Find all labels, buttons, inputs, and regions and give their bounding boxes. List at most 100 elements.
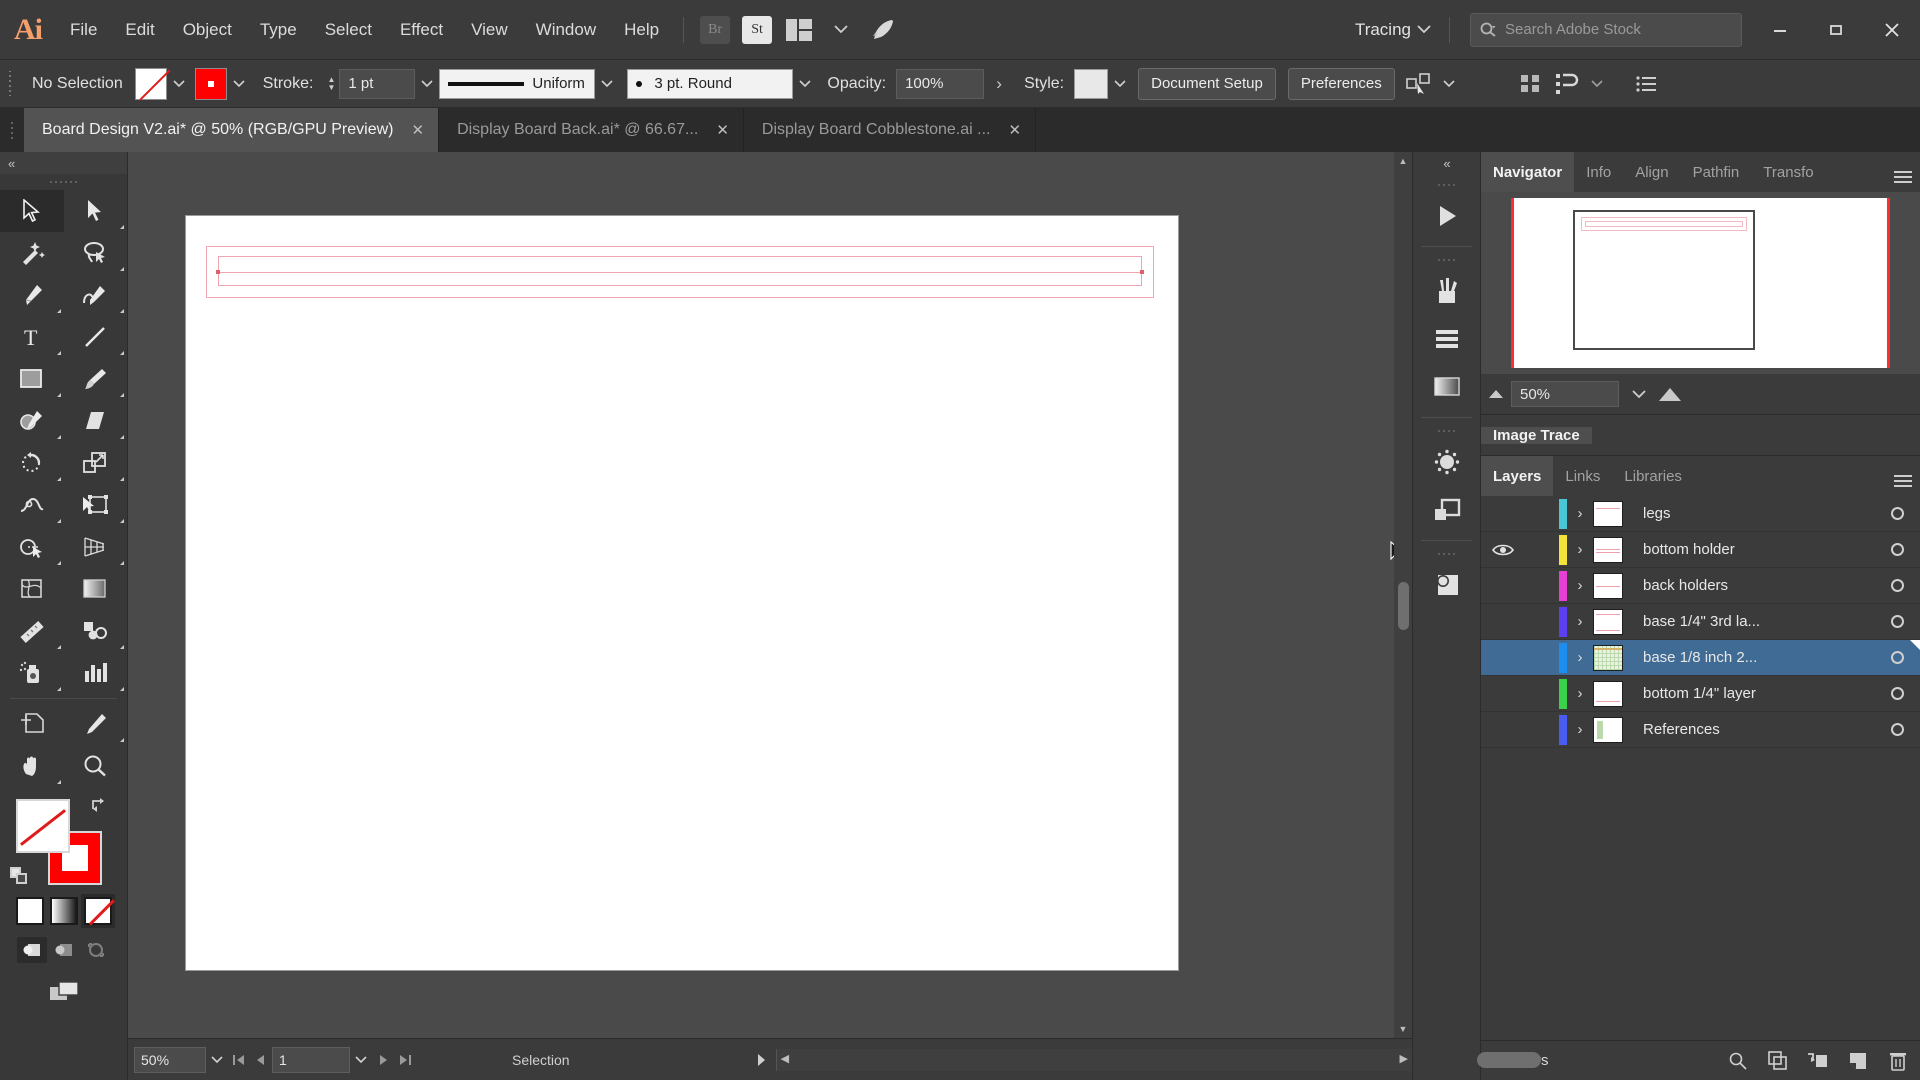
artwork-anchor-left[interactable] (216, 270, 220, 274)
dock-group-2-grip[interactable] (1413, 253, 1480, 267)
pen-tool[interactable] (0, 274, 64, 316)
layer-expand-chevron-icon[interactable]: › (1567, 577, 1593, 594)
document-tab-2[interactable]: Display Board Cobblestone.ai ... ✕ (743, 108, 1037, 152)
layer-expand-chevron-icon[interactable]: › (1567, 505, 1593, 522)
column-graph-tool[interactable] (64, 652, 128, 694)
lasso-tool[interactable] (64, 232, 128, 274)
layer-target-circle[interactable] (1874, 579, 1920, 592)
stepper-down-icon[interactable]: ▼ (327, 83, 335, 92)
layer-target-circle[interactable] (1874, 723, 1920, 736)
type-tool[interactable]: T (0, 316, 64, 358)
gradient-button[interactable] (49, 897, 78, 925)
brushes-icon[interactable] (1413, 267, 1480, 315)
layer-target-circle[interactable] (1874, 651, 1920, 664)
tab-libraries[interactable]: Libraries (1612, 456, 1694, 496)
menu-object[interactable]: Object (169, 0, 246, 60)
brush-definition-chevron-down-icon[interactable] (793, 68, 817, 100)
navigator-zoom-input[interactable]: 50% (1511, 381, 1619, 407)
document-tab-2-close-icon[interactable]: ✕ (1008, 121, 1021, 139)
pathfinder-icon[interactable] (1413, 561, 1480, 609)
stroke-profile-chevron-down-icon[interactable] (595, 68, 619, 100)
distribute-objects-icon[interactable] (1551, 68, 1583, 100)
layer-visibility-toggle[interactable] (1481, 543, 1525, 557)
scale-tool[interactable] (64, 442, 128, 484)
tab-pathfinder[interactable]: Pathfin (1681, 152, 1752, 192)
scroll-up-icon[interactable]: ▲ (1394, 152, 1412, 170)
canvas-horizontal-scrollbar[interactable]: ◀ ▶ (775, 1048, 1541, 1071)
perspective-grid-tool[interactable] (64, 526, 128, 568)
stroke-weight-stepper[interactable]: ▲ ▼ (323, 69, 339, 99)
fill-color-control[interactable] (134, 67, 191, 100)
curvature-tool[interactable] (64, 274, 128, 316)
align-objects-icon[interactable] (1515, 68, 1547, 100)
transparency-icon[interactable] (1413, 486, 1480, 534)
make-clipping-mask-icon[interactable] (1766, 1049, 1790, 1073)
menu-help[interactable]: Help (610, 0, 673, 60)
default-fill-stroke-icon[interactable] (10, 867, 28, 885)
control-bar-grip[interactable] (6, 70, 16, 97)
document-tab-0-close-icon[interactable]: ✕ (411, 121, 424, 139)
slice-tool[interactable] (64, 703, 128, 745)
next-artboard-icon[interactable] (372, 1047, 394, 1073)
layer-name[interactable]: References (1623, 721, 1874, 738)
swatches-icon[interactable] (1413, 315, 1480, 363)
navigator-view-box[interactable] (1573, 210, 1755, 350)
layer-target-circle[interactable] (1874, 543, 1920, 556)
layer-name[interactable]: base 1/4" 3rd la... (1623, 613, 1874, 630)
layer-expand-chevron-icon[interactable]: › (1567, 721, 1593, 738)
layer-target-circle[interactable] (1874, 615, 1920, 628)
document-tab-1-close-icon[interactable]: ✕ (716, 121, 729, 139)
zoom-level-input[interactable]: 50% (134, 1046, 206, 1073)
magic-wand-tool[interactable] (0, 232, 64, 274)
none-button[interactable] (80, 894, 115, 928)
scroll-down-icon[interactable]: ▼ (1394, 1020, 1412, 1038)
layer-row[interactable]: › base 1/4" 3rd la... (1481, 604, 1920, 640)
workspace-switcher[interactable]: Tracing (1347, 20, 1439, 40)
document-tab-0[interactable]: Board Design V2.ai* @ 50% (RGB/GPU Previ… (24, 108, 440, 152)
transform-shape-icon[interactable] (1403, 68, 1435, 100)
layer-name[interactable]: back holders (1623, 577, 1874, 594)
stroke-swatch[interactable] (194, 67, 227, 100)
window-maximize-button[interactable] (1808, 0, 1864, 60)
arrange-documents-icon[interactable] (782, 15, 816, 45)
graphic-style-swatch[interactable] (1074, 68, 1109, 99)
menu-window[interactable]: Window (522, 0, 610, 60)
layer-target-circle[interactable] (1874, 507, 1920, 520)
drawing-canvas[interactable]: ▲ ▼ (128, 152, 1412, 1038)
canvas-vertical-scrollbar[interactable]: ▲ ▼ (1394, 152, 1412, 1038)
navigator-panel-menu-icon[interactable] (1886, 152, 1920, 192)
draw-normal-icon[interactable] (16, 937, 47, 963)
control-panel-menu-icon[interactable] (1631, 68, 1663, 100)
layers-panel-menu-icon[interactable] (1886, 456, 1920, 496)
rectangle-tool[interactable] (0, 358, 64, 400)
preferences-button[interactable]: Preferences (1287, 67, 1395, 100)
gradient-tool[interactable] (64, 568, 128, 610)
status-menu-icon[interactable] (750, 1047, 772, 1073)
tools-panel-grip[interactable] (0, 174, 127, 190)
layer-target-circle[interactable] (1874, 687, 1920, 700)
dock-group-3-grip[interactable] (1413, 424, 1480, 438)
artwork-guide-line[interactable] (218, 272, 1142, 273)
delete-layer-icon[interactable] (1886, 1049, 1910, 1073)
tab-bar-grip[interactable] (0, 108, 24, 152)
screen-mode-button[interactable] (0, 969, 127, 1015)
navigator-preview[interactable] (1481, 192, 1920, 374)
search-input[interactable]: Search Adobe Stock (1470, 12, 1742, 47)
create-new-layer-icon[interactable] (1846, 1049, 1870, 1073)
menu-view[interactable]: View (457, 0, 522, 60)
zoom-tool[interactable] (64, 745, 128, 787)
fill-color-indicator[interactable] (16, 799, 70, 853)
mesh-tool[interactable] (0, 568, 64, 610)
paintbrush-tool[interactable] (64, 358, 128, 400)
artboard-number-input[interactable]: 1 (272, 1046, 350, 1073)
layer-row[interactable]: › legs (1481, 496, 1920, 532)
distribute-chevron-down-icon[interactable] (1585, 68, 1609, 100)
tab-layers[interactable]: Layers (1481, 456, 1554, 496)
tab-align[interactable]: Align (1623, 152, 1680, 192)
shaper-tool[interactable] (0, 400, 64, 442)
navigator-zoom-chevron-down-icon[interactable] (1627, 378, 1651, 410)
window-close-button[interactable] (1864, 0, 1920, 60)
swap-fill-stroke-icon[interactable] (89, 795, 111, 813)
last-artboard-icon[interactable] (394, 1047, 416, 1073)
stroke-chevron-down-icon[interactable] (227, 68, 251, 100)
